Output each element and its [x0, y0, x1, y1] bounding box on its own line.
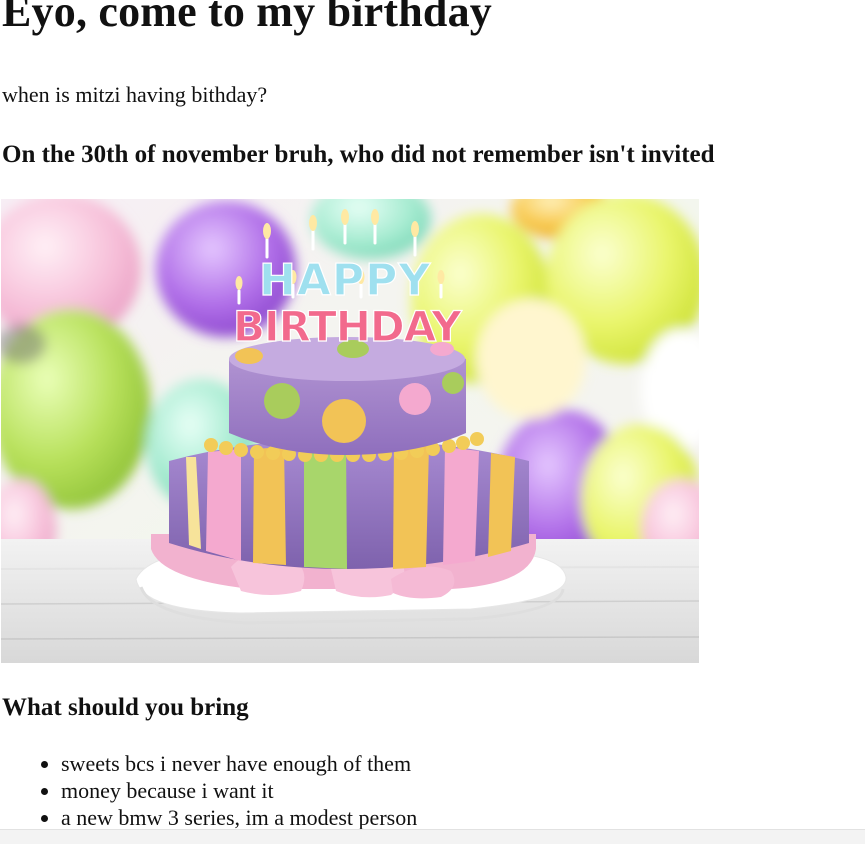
bullet-icon: [41, 761, 48, 768]
cake-text-birthday: BIRTHDAY: [233, 302, 462, 351]
list-item-text: a new bmw 3 series, im a modest person: [61, 805, 418, 830]
bring-list: sweets bcs i never have enough of them m…: [0, 750, 417, 831]
bullet-icon: [41, 815, 48, 822]
cake-text-happy: HAPPY: [259, 255, 431, 306]
list-item: money because i want it: [41, 777, 417, 804]
horizontal-scrollbar[interactable]: [0, 829, 865, 844]
cake-illustration: HAPPY BIRTHDAY: [1, 199, 699, 663]
list-item-text: sweets bcs i never have enough of them: [61, 751, 412, 776]
page-content: Eyo, come to my birthday when is mitzi h…: [0, 0, 865, 830]
birthday-question: when is mitzi having bithday?: [2, 82, 268, 107]
birthday-cake-image: HAPPY BIRTHDAY: [1, 199, 699, 663]
page-title: Eyo, come to my birthday: [2, 0, 492, 36]
bullet-icon: [41, 788, 48, 795]
bring-section-title: What should you bring: [2, 694, 249, 721]
birthday-answer: On the 30th of november bruh, who did no…: [2, 141, 715, 168]
list-item-text: money because i want it: [61, 778, 274, 803]
list-item: sweets bcs i never have enough of them: [41, 750, 417, 777]
list-item: a new bmw 3 series, im a modest person: [41, 804, 418, 831]
